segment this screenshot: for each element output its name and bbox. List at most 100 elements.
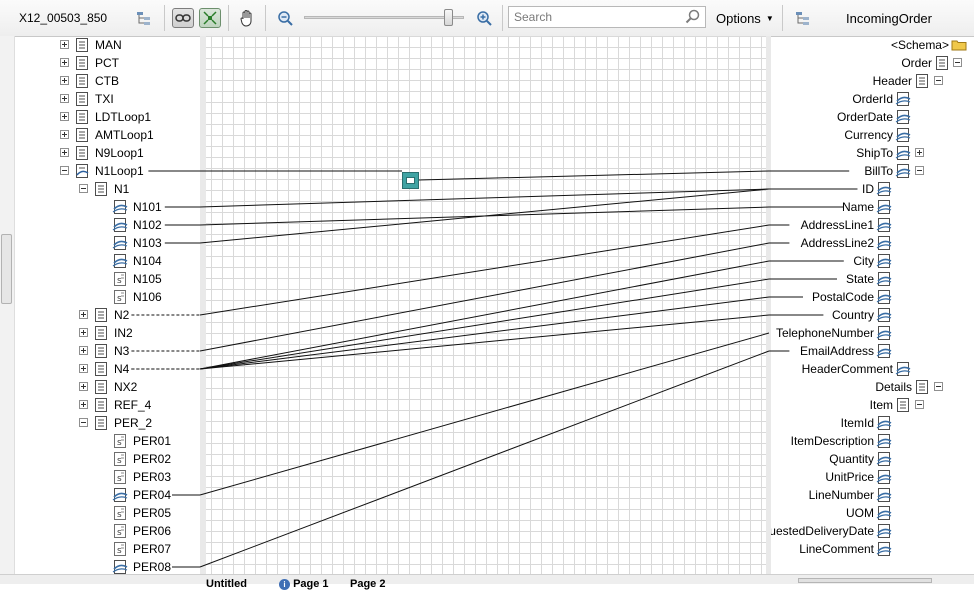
target-node-currency[interactable]: Currency [771, 126, 974, 144]
expand-plus-icon[interactable] [915, 148, 924, 157]
target-node-name[interactable]: Name [771, 198, 974, 216]
target-node-orderid[interactable]: OrderId [771, 90, 974, 108]
source-node-per02[interactable]: s PER02 [0, 450, 200, 468]
functoid-icon[interactable] [402, 172, 419, 189]
source-node-ldtloop1[interactable]: LDTLoop1 [0, 108, 200, 126]
target-node-state[interactable]: State [771, 270, 974, 288]
source-node-ctb[interactable]: CTB [0, 72, 200, 90]
expand-plus-icon[interactable] [79, 346, 88, 355]
link-mode-icon[interactable] [172, 8, 194, 28]
source-node-amtloop1[interactable]: AMTLoop1 [0, 126, 200, 144]
source-node-n105[interactable]: s N105 [0, 270, 200, 288]
target-node-addressline2[interactable]: AddressLine2 [771, 234, 974, 252]
options-menu[interactable]: Options ▼ [716, 0, 774, 36]
expand-plus-icon[interactable] [79, 364, 88, 373]
collapse-minus-icon[interactable] [60, 166, 69, 175]
pan-hand-icon[interactable] [236, 8, 258, 28]
expand-plus-icon[interactable] [79, 382, 88, 391]
source-node-n3[interactable]: N3 [0, 342, 200, 360]
target-node-telephonenumber[interactable]: TelephoneNumber [771, 324, 974, 342]
source-node-per-2[interactable]: PER_2 [0, 414, 200, 432]
source-node-per08[interactable]: PER08 [0, 558, 200, 574]
target-node-postalcode[interactable]: PostalCode [771, 288, 974, 306]
target-node-order[interactable]: Order [771, 54, 974, 72]
collapse-minus-icon[interactable] [953, 58, 962, 67]
target-node-item[interactable]: Item [771, 396, 974, 414]
source-node-per04[interactable]: PER04 [0, 486, 200, 504]
expand-plus-icon[interactable] [60, 58, 69, 67]
source-node-per05[interactable]: s PER05 [0, 504, 200, 522]
target-node-country[interactable]: Country [771, 306, 974, 324]
source-node-n103[interactable]: N103 [0, 234, 200, 252]
source-node-n104[interactable]: N104 [0, 252, 200, 270]
mapping-grid[interactable] [200, 36, 770, 574]
target-schema-options-icon[interactable] [792, 8, 814, 28]
expand-plus-icon[interactable] [60, 130, 69, 139]
auto-link-icon[interactable] [199, 8, 221, 28]
zoom-in-icon[interactable] [473, 8, 495, 28]
source-node-in2[interactable]: IN2 [0, 324, 200, 342]
source-node-per07[interactable]: s PER07 [0, 540, 200, 558]
source-node-n106[interactable]: s N106 [0, 288, 200, 306]
target-node-header[interactable]: Header [771, 72, 974, 90]
expand-plus-icon[interactable] [60, 94, 69, 103]
expand-plus-icon[interactable] [60, 76, 69, 85]
target-node-shipto[interactable]: ShipTo [771, 144, 974, 162]
target-node-linenumber[interactable]: LineNumber [771, 486, 974, 504]
source-node-n4[interactable]: N4 [0, 360, 200, 378]
tab-untitled[interactable]: Untitled [206, 578, 247, 592]
collapse-minus-icon[interactable] [915, 166, 924, 175]
source-node-n1[interactable]: N1 [0, 180, 200, 198]
search-input[interactable] [509, 9, 686, 25]
source-node-n2[interactable]: N2 [0, 306, 200, 324]
source-node-n101[interactable]: N101 [0, 198, 200, 216]
target-node-billto[interactable]: BillTo [771, 162, 974, 180]
tab-page-2[interactable]: Page 2 [350, 578, 385, 592]
source-node-man[interactable]: MAN [0, 36, 200, 54]
target-node-headercomment[interactable]: HeaderComment [771, 360, 974, 378]
target-node-requesteddeliverydate[interactable]: RequestedDeliveryDate [771, 522, 974, 540]
target-node-linecomment[interactable]: LineComment [771, 540, 974, 558]
target-node-uom[interactable]: UOM [771, 504, 974, 522]
target-node-orderdate[interactable]: OrderDate [771, 108, 974, 126]
expand-plus-icon[interactable] [60, 112, 69, 121]
target-node-quantity[interactable]: Quantity [771, 450, 974, 468]
scrollbar-thumb[interactable] [1, 234, 12, 304]
collapse-minus-icon[interactable] [79, 184, 88, 193]
source-node-n102[interactable]: N102 [0, 216, 200, 234]
horizontal-scrollbar[interactable] [798, 578, 932, 583]
search-icon[interactable] [685, 9, 701, 25]
collapse-minus-icon[interactable] [79, 418, 88, 427]
collapse-minus-icon[interactable] [934, 76, 943, 85]
expand-plus-icon[interactable] [79, 310, 88, 319]
source-schema-options-icon[interactable] [133, 8, 155, 28]
source-node-n1loop1[interactable]: N1Loop1 [0, 162, 200, 180]
collapse-minus-icon[interactable] [934, 382, 943, 391]
source-node-nx2[interactable]: NX2 [0, 378, 200, 396]
target-node-unitprice[interactable]: UnitPrice [771, 468, 974, 486]
expand-plus-icon[interactable] [60, 40, 69, 49]
source-node-txi[interactable]: TXI [0, 90, 200, 108]
target-node-id[interactable]: ID [771, 180, 974, 198]
source-node-per03[interactable]: s PER03 [0, 468, 200, 486]
zoom-slider[interactable] [304, 9, 464, 26]
zoom-slider-thumb[interactable] [444, 9, 453, 26]
tab-page-1[interactable]: i Page 1 [279, 578, 329, 592]
target-node-city[interactable]: City [771, 252, 974, 270]
target-node-details[interactable]: Details [771, 378, 974, 396]
source-node-ref-4[interactable]: REF_4 [0, 396, 200, 414]
target-node-emailaddress[interactable]: EmailAddress [771, 342, 974, 360]
source-vertical-scrollbar[interactable] [0, 36, 15, 574]
expand-plus-icon[interactable] [60, 148, 69, 157]
source-node-pct[interactable]: PCT [0, 54, 200, 72]
zoom-out-icon[interactable] [274, 8, 296, 28]
collapse-minus-icon[interactable] [915, 400, 924, 409]
source-node-per06[interactable]: s PER06 [0, 522, 200, 540]
target-node-itemid[interactable]: ItemId [771, 414, 974, 432]
target-node-addressline1[interactable]: AddressLine1 [771, 216, 974, 234]
source-node-n9loop1[interactable]: N9Loop1 [0, 144, 200, 162]
expand-plus-icon[interactable] [79, 328, 88, 337]
target-node--schema-[interactable]: <Schema> [771, 36, 974, 54]
target-node-itemdescription[interactable]: ItemDescription [771, 432, 974, 450]
source-node-per01[interactable]: s PER01 [0, 432, 200, 450]
